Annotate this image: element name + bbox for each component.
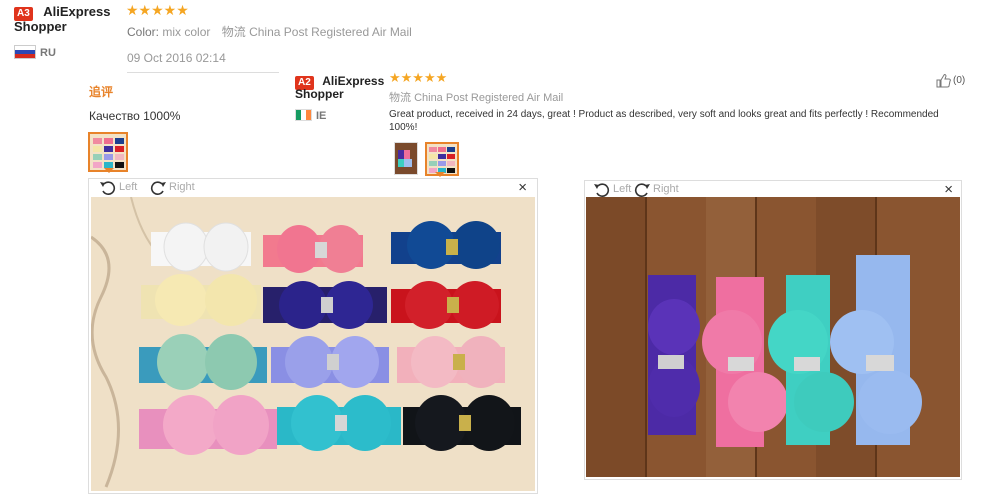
review2-meta: 物流 China Post Registered Air Mail: [389, 89, 563, 105]
divider: [127, 72, 279, 73]
selected-pointer: [104, 168, 114, 173]
russia-flag-icon: [14, 44, 36, 59]
headbands-thumbnail-image: [395, 143, 417, 174]
photo-viewer-1: Left Right ×: [88, 178, 538, 494]
rotate-left-button[interactable]: Left: [99, 179, 137, 195]
thumbs-up-icon: [936, 74, 951, 88]
rotate-right-button[interactable]: Right: [149, 179, 195, 195]
rotate-left-icon: [594, 183, 610, 197]
headbands-thumbnail-image: [90, 134, 126, 170]
review1-meta: Color: mix color 物流 China Post Registere…: [127, 23, 412, 40]
rotate-left-label: Left: [613, 183, 632, 195]
shipping-value: China Post Registered Air Mail: [414, 92, 564, 104]
rotate-left-label: Left: [119, 181, 138, 193]
ireland-flag-icon: [295, 108, 312, 121]
shopper-name: AliExpress: [43, 4, 111, 19]
shipping-value: China Post Registered Air Mail: [249, 25, 412, 39]
review1-country: RU: [14, 43, 56, 61]
shopper-name-line2: Shopper: [14, 19, 67, 34]
headbands-thumbnail-image: [427, 144, 457, 174]
rotate-right-label: Right: [169, 181, 195, 193]
helpful-button[interactable]: (0): [936, 73, 965, 88]
close-button[interactable]: ×: [944, 181, 953, 198]
color-value: mix color: [162, 25, 211, 39]
followup-label: 追评: [89, 85, 114, 99]
review1-date: 09 Oct 2016 02:14: [127, 51, 226, 65]
close-button[interactable]: ×: [518, 179, 527, 196]
rotate-right-label: Right: [653, 183, 679, 195]
followup-photo-thumbnail[interactable]: [88, 132, 128, 172]
shopper-name-line2: Shopper: [295, 87, 344, 101]
followup-text: Качество 1000%: [89, 109, 181, 123]
review-photo-headbands-grid: [91, 197, 535, 491]
selected-pointer: [435, 172, 445, 177]
rotate-right-icon: [150, 181, 166, 195]
review2-photo-thumbnail-1[interactable]: [394, 142, 418, 175]
review2-country: IE: [295, 106, 326, 124]
photo-toolbar: Left Right ×: [89, 179, 537, 197]
review1-rating-stars: ★★★★★: [126, 2, 189, 18]
color-label: Color:: [127, 25, 160, 39]
shipping-label: 物流: [221, 25, 246, 39]
review2-text: Great product, received in 24 days, grea…: [389, 109, 939, 133]
rotate-left-button[interactable]: Left: [593, 181, 631, 197]
rotate-left-icon: [100, 181, 116, 195]
rotate-right-icon: [634, 183, 650, 197]
likes-count: (0): [953, 75, 966, 86]
review-photo-headbands-wood: [586, 197, 960, 477]
shipping-label: 物流: [389, 92, 411, 104]
photo-viewer-2: Left Right ×: [584, 180, 962, 480]
review2-photo-thumbnail-2[interactable]: [425, 142, 459, 176]
review2-rating-stars: ★★★★★: [389, 70, 448, 85]
rotate-right-button[interactable]: Right: [633, 181, 679, 197]
